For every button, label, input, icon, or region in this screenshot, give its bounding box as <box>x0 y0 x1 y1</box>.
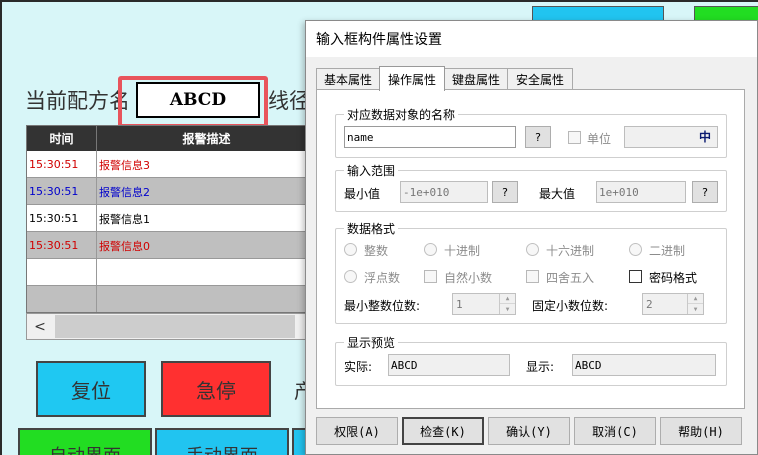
properties-dialog: 输入框构件属性设置 基本属性 操作属性 键盘属性 安全属性 对应数据对象的名称 … <box>305 20 758 455</box>
spin-up-icon[interactable]: ▲ <box>688 294 703 304</box>
actual-label: 实际: <box>344 360 373 374</box>
row-time: 15:30:51 <box>27 232 97 259</box>
min-value-label: 最小值 <box>344 187 381 201</box>
label-float: 浮点数 <box>364 271 401 285</box>
cancel-button[interactable]: 取消(C) <box>574 417 656 445</box>
radio-float[interactable] <box>344 270 357 283</box>
display-label: 显示: <box>526 360 555 374</box>
min-int-digits-spinner[interactable]: 1 ▲ ▼ <box>452 293 516 315</box>
label-natural-decimal: 自然小数 <box>444 271 493 285</box>
auto-screen-button[interactable]: 自动界面 <box>18 428 152 455</box>
row-time: 15:30:51 <box>27 178 97 205</box>
spinner-value: 2 <box>646 297 653 311</box>
row-time <box>27 259 97 286</box>
row-description: 报警信息3 <box>99 158 150 172</box>
horizontal-scrollbar[interactable]: < <box>26 313 316 340</box>
tab-basic[interactable]: 基本属性 <box>316 68 380 90</box>
check-button[interactable]: 检查(K) <box>402 417 484 445</box>
max-value-label: 最大值 <box>539 187 576 201</box>
group-title: 输入范围 <box>344 162 399 179</box>
group-title: 显示预览 <box>344 334 399 351</box>
scroll-thumb[interactable] <box>55 315 295 338</box>
recipe-label: 当前配方名 <box>25 89 130 113</box>
table-row[interactable]: 15:30:51 报警信息1 <box>27 205 315 232</box>
tab-security[interactable]: 安全属性 <box>507 68 573 90</box>
label-binary: 二进制 <box>649 244 686 258</box>
object-name-group: 对应数据对象的名称 name ? 单位 中 <box>335 106 727 158</box>
actual-preview: ABCD <box>388 354 510 376</box>
label-round: 四舍五入 <box>546 271 595 285</box>
data-format-group: 数据格式 整数 十进制 十六进制 二进制 浮点数 自然小数 四舍五入 密码格式 … <box>335 220 727 324</box>
table-row-empty <box>27 286 315 312</box>
fixed-dec-digits-spinner[interactable]: 2 ▲ ▼ <box>642 293 704 315</box>
min-value-input[interactable]: -1e+010 <box>400 181 488 203</box>
row-time <box>27 286 97 312</box>
spinner-arrows[interactable]: ▲ ▼ <box>687 294 703 314</box>
checkbox-natural-decimal[interactable] <box>424 270 437 283</box>
label-password: 密码格式 <box>649 271 698 285</box>
display-preview: ABCD <box>572 354 716 376</box>
dialog-titlebar[interactable]: 输入框构件属性设置 <box>306 21 757 57</box>
row-description: 报警信息0 <box>99 239 150 253</box>
spin-down-icon[interactable]: ▼ <box>688 304 703 314</box>
radio-binary[interactable] <box>629 243 642 256</box>
label-decimal: 十进制 <box>444 244 481 258</box>
row-description: 报警信息2 <box>99 185 150 199</box>
radio-hex[interactable] <box>526 243 539 256</box>
group-title: 数据格式 <box>344 220 399 237</box>
scroll-left-icon[interactable]: < <box>27 314 53 339</box>
row-description: 报警信息1 <box>99 212 150 226</box>
max-value-input[interactable]: 1e+010 <box>596 181 686 203</box>
min-int-digits-label: 最小整数位数: <box>344 299 421 313</box>
table-row[interactable]: 15:30:51 报警信息2 <box>27 178 315 205</box>
label-integer: 整数 <box>364 244 389 258</box>
column-header-time: 时间 <box>27 126 97 151</box>
unit-label: 单位 <box>587 132 612 146</box>
ime-chinese-icon: 中 <box>698 129 711 144</box>
preview-group: 显示预览 实际: ABCD 显示: ABCD <box>335 334 727 386</box>
table-row[interactable]: 15:30:51 报警信息3 <box>27 151 315 178</box>
row-time: 15:30:51 <box>27 151 97 178</box>
group-title: 对应数据对象的名称 <box>344 106 459 123</box>
column-header-description: 报警描述 <box>97 126 315 151</box>
confirm-button[interactable]: 确认(Y) <box>488 417 570 445</box>
unit-checkbox[interactable] <box>568 131 581 144</box>
wire-diameter-label: 线径 <box>268 89 310 113</box>
emergency-stop-button[interactable]: 急停 <box>161 361 271 417</box>
spinner-value: 1 <box>456 297 463 311</box>
reset-button[interactable]: 复位 <box>36 361 146 417</box>
tab-operation[interactable]: 操作属性 <box>379 66 445 91</box>
label-hex: 十六进制 <box>546 244 595 258</box>
object-name-input[interactable]: name <box>344 126 516 148</box>
object-help-button[interactable]: ? <box>525 126 551 148</box>
dialog-title: 输入框构件属性设置 <box>316 32 442 48</box>
table-row-empty <box>27 259 315 286</box>
tab-keyboard[interactable]: 键盘属性 <box>444 68 508 90</box>
radio-integer[interactable] <box>344 243 357 256</box>
alarm-table: 时间 报警描述 15:30:51 报警信息3 15:30:51 报警信息2 15… <box>26 125 316 313</box>
permission-button[interactable]: 权限(A) <box>316 417 398 445</box>
spin-up-icon[interactable]: ▲ <box>500 294 515 304</box>
help-button[interactable]: 帮助(H) <box>660 417 742 445</box>
checkbox-round[interactable] <box>526 270 539 283</box>
radio-decimal[interactable] <box>424 243 437 256</box>
table-row[interactable]: 15:30:51 报警信息0 <box>27 232 315 259</box>
spin-down-icon[interactable]: ▼ <box>500 304 515 314</box>
range-max-help-button[interactable]: ? <box>692 181 718 203</box>
fixed-dec-digits-label: 固定小数位数: <box>532 299 609 313</box>
tab-panel-operation: 对应数据对象的名称 name ? 单位 中 输入范围 最小值 -1e+010 ?… <box>316 89 745 409</box>
row-time: 15:30:51 <box>27 205 97 232</box>
range-help-button[interactable]: ? <box>492 181 518 203</box>
checkbox-password[interactable] <box>629 270 642 283</box>
manual-screen-button[interactable]: 手动界面 <box>155 428 289 455</box>
input-range-group: 输入范围 最小值 -1e+010 ? 最大值 1e+010 ? <box>335 162 727 212</box>
recipe-input-box[interactable]: ABCD <box>136 82 260 118</box>
spinner-arrows[interactable]: ▲ ▼ <box>499 294 515 314</box>
